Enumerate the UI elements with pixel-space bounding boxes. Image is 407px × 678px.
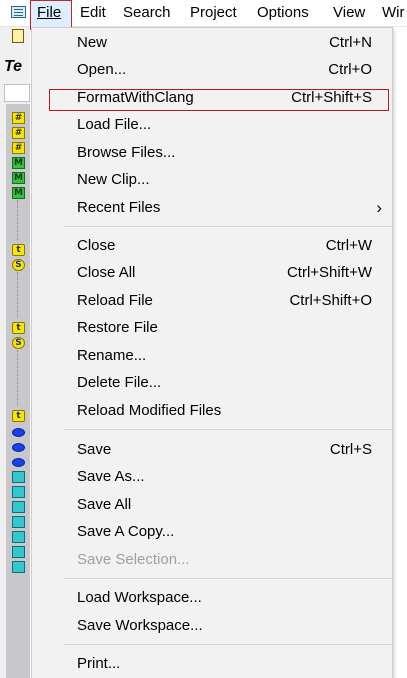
- method-icon: M: [12, 157, 25, 169]
- menu-item-label: Open...: [77, 61, 127, 78]
- new-file-toolbar-icon[interactable]: [12, 29, 24, 43]
- menu-item-close[interactable]: Close Ctrl+W: [32, 233, 392, 259]
- function-icon: [12, 561, 25, 573]
- type-icon: t: [12, 410, 25, 422]
- method-icon: M: [12, 172, 25, 184]
- menu-item-label: Delete File...: [77, 374, 162, 391]
- menu-item-label: New: [77, 34, 108, 51]
- menu-item-save-workspace[interactable]: Save Workspace...: [32, 613, 392, 639]
- menu-item-label: New Clip...: [77, 171, 150, 188]
- submenu-arrow-icon: ›: [376, 198, 382, 217]
- type-icon: t: [12, 322, 25, 334]
- variable-icon: [12, 458, 25, 467]
- menu-item-label: Save Workspace...: [77, 617, 203, 634]
- menu-item-label: Load Workspace...: [77, 589, 202, 606]
- menu-item-label: Restore File: [77, 319, 158, 336]
- menu-item-shortcut: Ctrl+Shift+S: [291, 89, 372, 106]
- menu-view[interactable]: View: [333, 4, 365, 21]
- menu-item-label: Save Selection...: [77, 551, 190, 568]
- menu-search[interactable]: Search: [123, 4, 171, 21]
- method-icon: M: [12, 187, 25, 199]
- menu-item-reload-file[interactable]: Reload File Ctrl+Shift+O: [32, 288, 392, 314]
- background-title-fragment: Te: [4, 58, 23, 75]
- menu-item-reload-modified-files[interactable]: Reload Modified Files: [32, 398, 392, 424]
- hash-icon: #: [12, 142, 25, 154]
- menu-item-label: Close: [77, 237, 116, 254]
- menu-window[interactable]: Wir: [382, 4, 405, 21]
- menu-item-close-all[interactable]: Close All Ctrl+Shift+W: [32, 260, 392, 286]
- menu-item-save[interactable]: Save Ctrl+S: [32, 437, 392, 463]
- menu-separator: [64, 226, 392, 227]
- function-icon: [12, 486, 25, 498]
- menu-item-label: Rename...: [77, 347, 147, 364]
- menu-item-open[interactable]: Open... Ctrl+O: [32, 57, 392, 83]
- hash-icon: #: [12, 127, 25, 139]
- background-input-box[interactable]: [4, 84, 30, 102]
- menu-item-shortcut: Ctrl+Shift+W: [286, 264, 372, 281]
- struct-icon: S: [12, 337, 25, 349]
- menu-item-load-file[interactable]: Load File...: [32, 112, 392, 138]
- menubar: File Edit Search Project Options View Wi…: [0, 0, 407, 30]
- menu-item-browse-files[interactable]: Browse Files...: [32, 140, 392, 166]
- function-icon: [12, 501, 25, 513]
- function-icon: [12, 516, 25, 528]
- menu-options[interactable]: Options: [257, 4, 309, 21]
- menu-item-shortcut: Ctrl+N: [329, 34, 372, 51]
- menu-item-save-selection: Save Selection...: [32, 547, 392, 573]
- variable-icon: [12, 443, 25, 452]
- menu-item-new[interactable]: New Ctrl+N: [32, 30, 392, 56]
- menu-item-label: FormatWithClang: [77, 89, 194, 106]
- function-icon: [12, 531, 25, 543]
- function-icon: [12, 546, 25, 558]
- menu-separator: [64, 578, 392, 579]
- menu-item-print[interactable]: Print...: [32, 651, 392, 677]
- menu-item-delete-file[interactable]: Delete File...: [32, 370, 392, 396]
- menu-item-save-as[interactable]: Save As...: [32, 464, 392, 490]
- tree-connector: [17, 350, 19, 406]
- menu-item-label: Save A Copy...: [77, 523, 175, 540]
- app-icon: [11, 6, 26, 18]
- menu-item-shortcut: Ctrl+S: [329, 441, 372, 458]
- menu-item-label: Print...: [77, 655, 121, 672]
- tree-connector: [17, 272, 19, 318]
- menu-edit[interactable]: Edit: [80, 4, 106, 21]
- menu-separator: [64, 644, 392, 645]
- menu-item-rename[interactable]: Rename...: [32, 343, 392, 369]
- menu-item-save-all[interactable]: Save All: [32, 492, 392, 518]
- struct-icon: S: [12, 259, 25, 271]
- menu-project[interactable]: Project: [190, 4, 237, 21]
- menu-item-label: Recent Files: [77, 199, 161, 216]
- menu-item-label: Save All: [77, 496, 132, 513]
- menu-item-shortcut: Ctrl+Shift+O: [289, 292, 372, 309]
- menu-item-save-a-copy[interactable]: Save A Copy...: [32, 519, 392, 545]
- menu-item-label: Reload File: [77, 292, 153, 309]
- menu-item-label: Save: [77, 441, 112, 458]
- menu-item-format-with-clang[interactable]: FormatWithClang Ctrl+Shift+S: [32, 85, 392, 111]
- menu-item-new-clip[interactable]: New Clip...: [32, 167, 392, 193]
- menu-item-shortcut: Ctrl+O: [328, 61, 372, 78]
- menu-item-label: Reload Modified Files: [77, 402, 222, 419]
- menu-separator: [64, 429, 392, 430]
- menu-item-label: Close All: [77, 264, 136, 281]
- menu-item-shortcut: Ctrl+W: [325, 237, 372, 254]
- menu-item-label: Browse Files...: [77, 144, 176, 161]
- menu-item-label: Save As...: [77, 468, 145, 485]
- function-icon: [12, 471, 25, 483]
- menu-file[interactable]: File: [37, 4, 61, 21]
- type-icon: t: [12, 244, 25, 256]
- file-menu-dropdown: New Ctrl+N Open... Ctrl+O FormatWithClan…: [31, 27, 393, 678]
- variable-icon: [12, 428, 25, 437]
- menu-item-restore-file[interactable]: Restore File: [32, 315, 392, 341]
- tree-connector: [17, 200, 19, 240]
- menu-item-label: Load File...: [77, 116, 152, 133]
- hash-icon: #: [12, 112, 25, 124]
- menu-item-load-workspace[interactable]: Load Workspace...: [32, 585, 392, 611]
- menu-item-recent-files[interactable]: Recent Files ›: [32, 195, 392, 221]
